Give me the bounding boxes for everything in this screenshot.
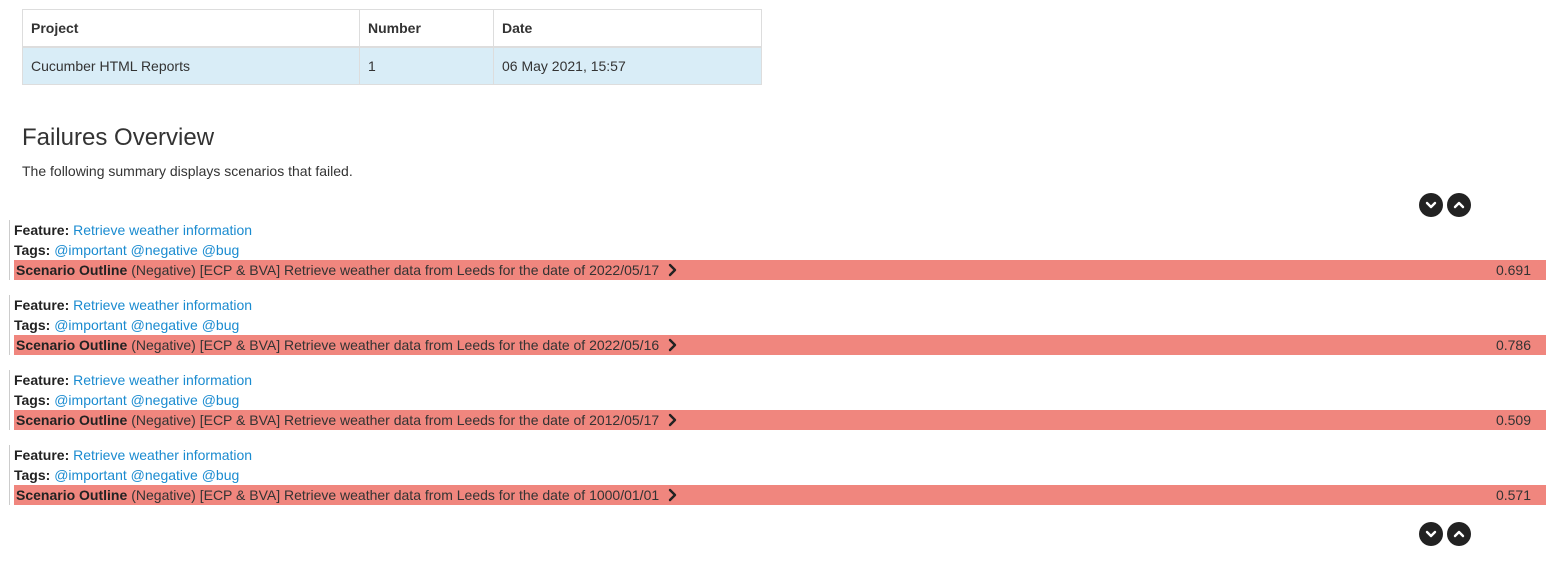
scenario-duration: 0.786 (1495, 337, 1531, 353)
cell-date: 06 May 2021, 15:57 (493, 46, 762, 85)
tags-line: Tags: @important @negative @bug (14, 315, 1546, 335)
tag-link[interactable]: @important (54, 317, 127, 333)
scenario-outline-label: Scenario Outline (16, 412, 128, 428)
tag-link[interactable]: @negative (131, 242, 198, 258)
report-page: Project Number Date Cucumber HTML Report… (0, 0, 1560, 564)
expand-all-button[interactable] (1419, 193, 1443, 217)
feature-line: Feature: Retrieve weather information (14, 370, 1546, 390)
chevron-right-icon (668, 488, 677, 502)
scenario-failed-bar[interactable]: Scenario Outline (Negative) [ECP & BVA] … (14, 485, 1546, 505)
cell-project: Cucumber HTML Reports (22, 46, 360, 85)
chevron-up-icon (1453, 530, 1465, 538)
tags-label: Tags: (14, 317, 51, 333)
feature-label: Feature: (14, 447, 70, 463)
scenario-failed-bar[interactable]: Scenario Outline (Negative) [ECP & BVA] … (14, 335, 1546, 355)
tags-label: Tags: (14, 242, 51, 258)
tag-link[interactable]: @bug (202, 242, 240, 258)
chevron-up-icon (1453, 201, 1465, 209)
column-header-number: Number (359, 9, 494, 48)
tags-label: Tags: (14, 392, 51, 408)
report-summary-table: Project Number Date Cucumber HTML Report… (22, 9, 762, 85)
failure-item: Feature: Retrieve weather information Ta… (9, 220, 1546, 280)
feature-label: Feature: (14, 372, 70, 388)
scenario-name: (Negative) [ECP & BVA] Retrieve weather … (131, 262, 660, 278)
expand-collapse-controls-top (1419, 193, 1471, 217)
column-header-date: Date (493, 9, 762, 48)
feature-line: Feature: Retrieve weather information (14, 445, 1546, 465)
feature-label: Feature: (14, 222, 70, 238)
scenario-duration: 0.509 (1495, 412, 1531, 428)
scenario-name: (Negative) [ECP & BVA] Retrieve weather … (131, 412, 660, 428)
collapse-all-button[interactable] (1447, 193, 1471, 217)
expand-all-button[interactable] (1419, 522, 1443, 546)
scenario-duration: 0.691 (1495, 262, 1531, 278)
scenario-duration: 0.571 (1495, 487, 1531, 503)
tag-link[interactable]: @negative (131, 392, 198, 408)
tag-link[interactable]: @bug (202, 467, 240, 483)
page-title: Failures Overview (22, 124, 215, 151)
chevron-down-icon (1425, 201, 1437, 209)
tag-link[interactable]: @bug (202, 317, 240, 333)
feature-line: Feature: Retrieve weather information (14, 220, 1546, 240)
scenario-outline-label: Scenario Outline (16, 487, 128, 503)
tags-line: Tags: @important @negative @bug (14, 465, 1546, 485)
feature-link[interactable]: Retrieve weather information (73, 297, 252, 313)
failure-item: Feature: Retrieve weather information Ta… (9, 445, 1546, 505)
tag-link[interactable]: @important (54, 467, 127, 483)
tag-link[interactable]: @bug (202, 392, 240, 408)
tag-link[interactable]: @negative (131, 317, 198, 333)
feature-link[interactable]: Retrieve weather information (73, 222, 252, 238)
scenario-name: (Negative) [ECP & BVA] Retrieve weather … (131, 487, 660, 503)
chevron-down-icon (1425, 530, 1437, 538)
scenario-failed-bar[interactable]: Scenario Outline (Negative) [ECP & BVA] … (14, 410, 1546, 430)
scenario-outline-label: Scenario Outline (16, 337, 128, 353)
feature-link[interactable]: Retrieve weather information (73, 447, 252, 463)
tag-link[interactable]: @negative (131, 467, 198, 483)
tags-label: Tags: (14, 467, 51, 483)
failures-list: Feature: Retrieve weather information Ta… (9, 220, 1546, 520)
section-description: The following summary displays scenarios… (22, 163, 353, 179)
failure-item: Feature: Retrieve weather information Ta… (9, 295, 1546, 355)
scenario-failed-bar[interactable]: Scenario Outline (Negative) [ECP & BVA] … (14, 260, 1546, 280)
feature-link[interactable]: Retrieve weather information (73, 372, 252, 388)
table-row: Cucumber HTML Reports 1 06 May 2021, 15:… (22, 46, 762, 85)
feature-label: Feature: (14, 297, 70, 313)
chevron-right-icon (668, 338, 677, 352)
tags-line: Tags: @important @negative @bug (14, 240, 1546, 260)
expand-collapse-controls-bottom (1419, 522, 1471, 546)
scenario-outline-label: Scenario Outline (16, 262, 128, 278)
chevron-right-icon (668, 263, 677, 277)
tags-line: Tags: @important @negative @bug (14, 390, 1546, 410)
cell-number: 1 (359, 46, 494, 85)
table-header-row: Project Number Date (22, 9, 762, 48)
feature-line: Feature: Retrieve weather information (14, 295, 1546, 315)
failure-item: Feature: Retrieve weather information Ta… (9, 370, 1546, 430)
chevron-right-icon (668, 413, 677, 427)
column-header-project: Project (22, 9, 360, 48)
tag-link[interactable]: @important (54, 392, 127, 408)
tag-link[interactable]: @important (54, 242, 127, 258)
scenario-name: (Negative) [ECP & BVA] Retrieve weather … (131, 337, 660, 353)
collapse-all-button[interactable] (1447, 522, 1471, 546)
